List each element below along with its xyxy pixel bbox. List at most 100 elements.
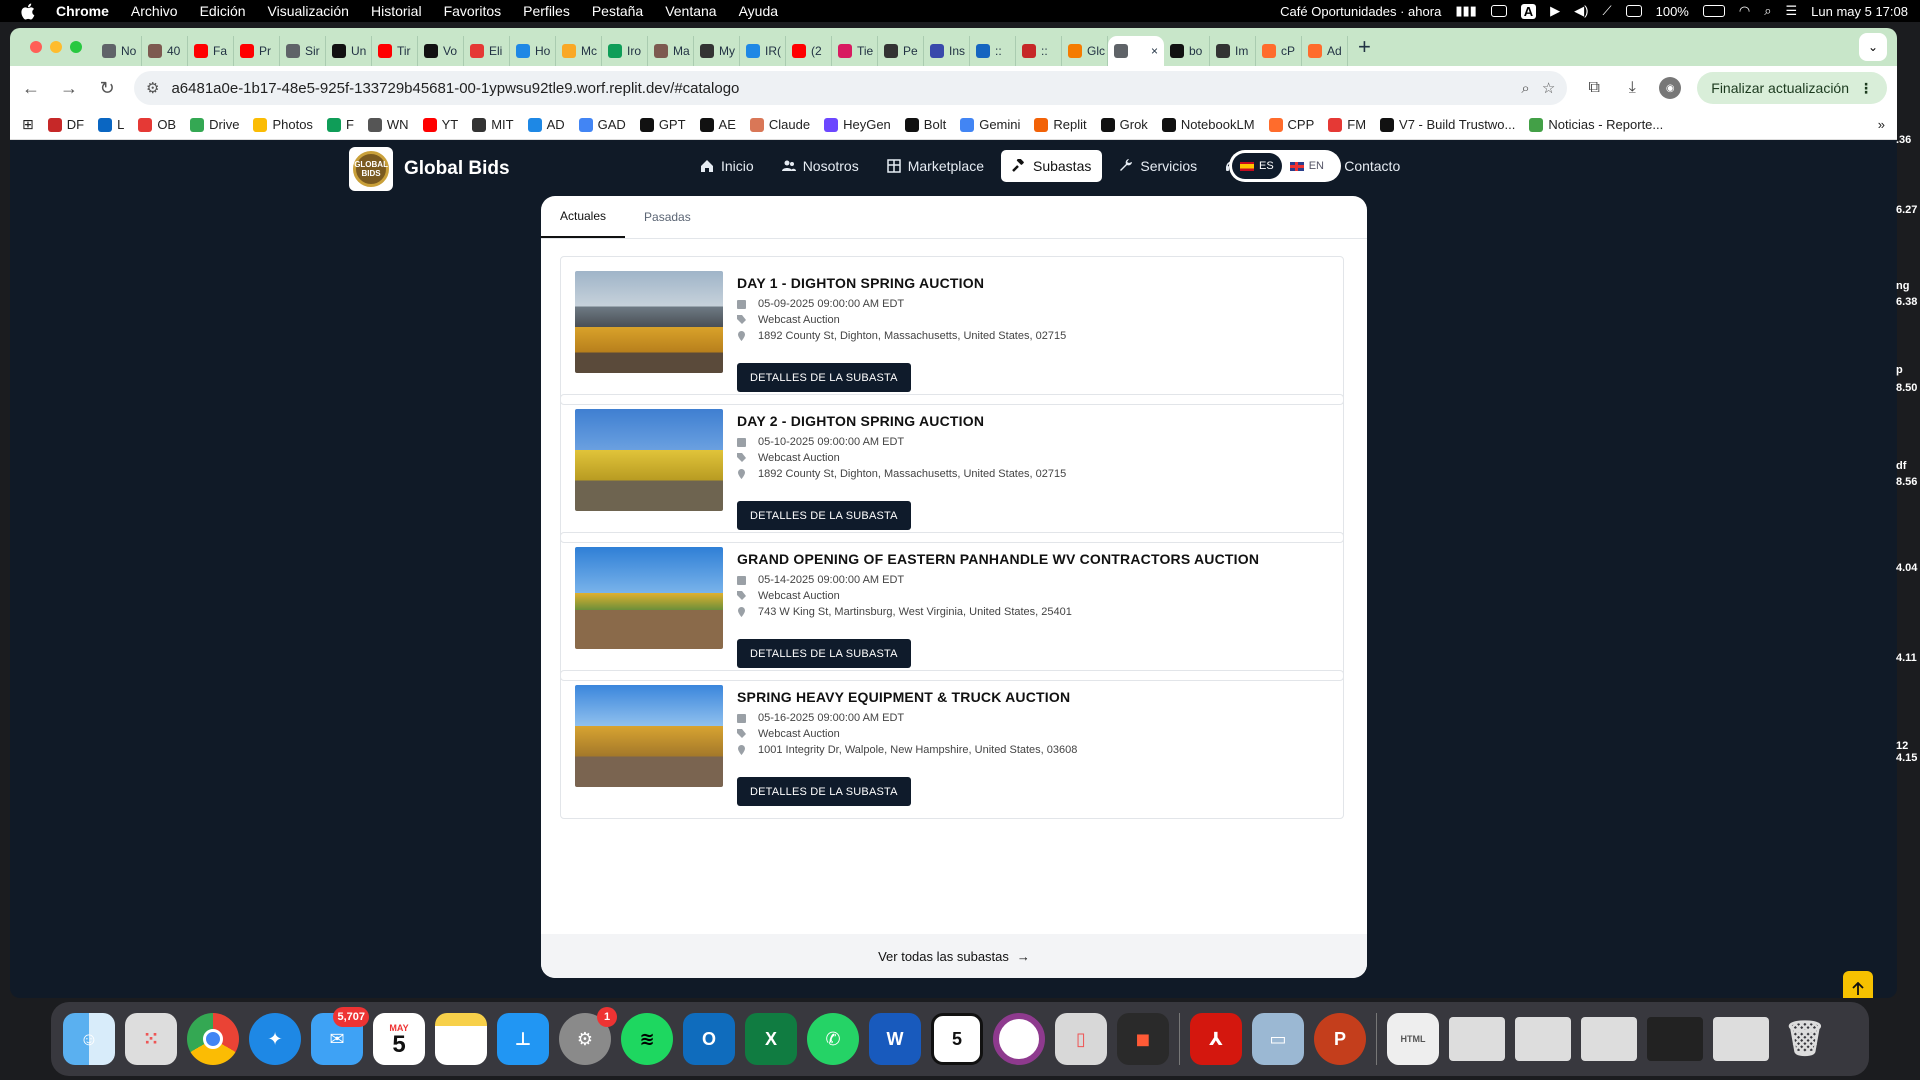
chrome-icon[interactable]: [187, 1013, 239, 1065]
bookmark-item[interactable]: AD: [527, 117, 565, 132]
bookmark-item[interactable]: MIT: [472, 117, 514, 132]
bookmark-item[interactable]: YT: [422, 117, 458, 132]
browser-tab[interactable]: Un: [326, 36, 372, 66]
auction-title[interactable]: SPRING HEAVY EQUIPMENT & TRUCK AUCTION: [737, 689, 1070, 705]
bookmark-item[interactable]: HeyGen: [824, 117, 891, 132]
browser-tab[interactable]: (2: [786, 36, 832, 66]
apple-icon[interactable]: [20, 3, 38, 20]
minimized-window-3[interactable]: [1581, 1017, 1637, 1061]
bookmark-item[interactable]: DF: [47, 117, 84, 132]
url-text[interactable]: a6481a0e-1b17-48e5-925f-133729b45681-00-…: [171, 80, 1509, 97]
stacks-app-icon[interactable]: ◼: [1117, 1013, 1169, 1065]
acrobat-icon[interactable]: ⅄: [1190, 1013, 1242, 1065]
menu-ventana[interactable]: Ventana: [665, 3, 716, 19]
auction-details-button[interactable]: DETALLES DE LA SUBASTA: [737, 777, 911, 806]
bookmark-item[interactable]: Gemini: [960, 117, 1020, 132]
address-bar[interactable]: ⚙ a6481a0e-1b17-48e5-925f-133729b45681-0…: [134, 71, 1568, 105]
bookmark-item[interactable]: Bolt: [904, 117, 946, 132]
menu-ayuda[interactable]: Ayuda: [739, 3, 778, 19]
browser-tab[interactable]: Ins: [924, 36, 970, 66]
browser-tab[interactable]: ::: [970, 36, 1016, 66]
auction-title[interactable]: DAY 1 - DIGHTON SPRING AUCTION: [737, 275, 984, 291]
menu-perfiles[interactable]: Perfiles: [523, 3, 570, 19]
nav-link-marketplace[interactable]: Marketplace: [876, 150, 995, 182]
nav-link-subastas[interactable]: Subastas: [1000, 150, 1103, 182]
close-window-button[interactable]: [30, 41, 42, 53]
excel-icon[interactable]: X: [745, 1013, 797, 1065]
browser-tab[interactable]: bo: [1164, 36, 1210, 66]
mail-icon[interactable]: ✉ 5,707: [311, 1007, 369, 1065]
kebab-menu-icon[interactable]: ⋮: [1859, 80, 1873, 97]
notes-icon[interactable]: [435, 1013, 487, 1065]
tab-search-chevron-icon[interactable]: ⌄: [1859, 33, 1887, 61]
display-icon[interactable]: [1625, 5, 1642, 17]
word-icon[interactable]: W: [869, 1013, 921, 1065]
download-icon[interactable]: ⤓: [1621, 77, 1643, 99]
menu-historial[interactable]: Historial: [371, 3, 422, 19]
browser-tab[interactable]: Tie: [832, 36, 878, 66]
bookmark-item[interactable]: Photos: [253, 117, 313, 132]
browser-tab[interactable]: Ad: [1302, 36, 1348, 66]
scroll-to-top-button[interactable]: [1843, 971, 1873, 998]
menu-edicion[interactable]: Edición: [200, 3, 246, 19]
browser-tab[interactable]: My: [694, 36, 740, 66]
browser-tab-active[interactable]: ×: [1108, 36, 1164, 66]
nav-link-servicios[interactable]: Servicios: [1108, 150, 1208, 182]
browser-tab[interactable]: No: [96, 36, 142, 66]
bookmark-item[interactable]: GPT: [639, 117, 686, 132]
apps-grid-icon[interactable]: ⊞: [22, 116, 34, 133]
profile-avatar[interactable]: ◉: [1659, 77, 1682, 99]
spotify-icon[interactable]: ≋: [621, 1013, 673, 1065]
bookmark-item[interactable]: FM: [1328, 117, 1366, 132]
lang-en-button[interactable]: EN: [1282, 153, 1332, 179]
close-tab-icon[interactable]: ×: [1151, 44, 1158, 58]
bookmark-item[interactable]: WN: [367, 117, 409, 132]
zoom-icon[interactable]: ⌕: [1521, 80, 1529, 97]
browser-tab[interactable]: Eli: [464, 36, 510, 66]
new-tab-button[interactable]: +: [1358, 34, 1371, 60]
bookmark-item[interactable]: GAD: [578, 117, 626, 132]
browser-tab[interactable]: ::: [1016, 36, 1062, 66]
bookmark-item[interactable]: AE: [699, 117, 736, 132]
auction-details-button[interactable]: DETALLES DE LA SUBASTA: [737, 501, 911, 530]
finish-update-button[interactable]: Finalizar actualización ⋮: [1697, 72, 1887, 104]
bookmark-item[interactable]: Claude: [749, 117, 810, 132]
auction-thumbnail[interactable]: [575, 271, 723, 373]
bookmark-item[interactable]: CPP: [1268, 117, 1314, 132]
bookmark-item[interactable]: NotebookLM: [1161, 117, 1255, 132]
menu-archivo[interactable]: Archivo: [131, 3, 178, 19]
lang-es-button[interactable]: ES: [1232, 153, 1282, 179]
browser-tab[interactable]: Pe: [878, 36, 924, 66]
minimized-window-1[interactable]: [1449, 1017, 1505, 1061]
brand-name[interactable]: Global Bids: [404, 158, 510, 180]
bookmark-item[interactable]: OB: [138, 117, 176, 132]
play-icon[interactable]: ▶: [1550, 3, 1560, 19]
bookmark-item[interactable]: L: [98, 117, 124, 132]
auction-title[interactable]: DAY 2 - DIGHTON SPRING AUCTION: [737, 413, 984, 429]
site-info-icon[interactable]: ⚙: [146, 79, 159, 97]
launchpad-icon[interactable]: ⁙: [125, 1013, 177, 1065]
minimized-window-2[interactable]: [1515, 1017, 1571, 1061]
browser-tab[interactable]: Fa: [188, 36, 234, 66]
auction-details-button[interactable]: DETALLES DE LA SUBASTA: [737, 639, 911, 668]
bookmark-star-icon[interactable]: ☆: [1542, 79, 1555, 97]
safari-icon[interactable]: ✦: [249, 1013, 301, 1065]
bookmark-item[interactable]: Noticias - Reporte...: [1529, 117, 1663, 132]
tab-pasadas[interactable]: Pasadas: [625, 196, 710, 238]
browser-tab[interactable]: Mc: [556, 36, 602, 66]
control-center-icon[interactable]: ☰: [1785, 3, 1797, 19]
html-file-icon[interactable]: HTML: [1387, 1013, 1439, 1065]
font-a-icon[interactable]: A: [1520, 3, 1537, 19]
menu-visualizacion[interactable]: Visualización: [268, 3, 349, 19]
nav-link-nosotros[interactable]: Nosotros: [771, 150, 870, 182]
reload-icon[interactable]: ↻: [96, 78, 118, 99]
menu-favoritos[interactable]: Favoritos: [444, 3, 502, 19]
volume-icon[interactable]: ◀): [1574, 3, 1588, 19]
trash-icon[interactable]: 🗑: [1779, 1013, 1831, 1065]
bookmark-item[interactable]: Grok: [1100, 117, 1148, 132]
auction-thumbnail[interactable]: [575, 547, 723, 649]
auction-thumbnail[interactable]: [575, 409, 723, 511]
finder-icon[interactable]: ☺: [63, 1013, 115, 1065]
browser-tab[interactable]: cP: [1256, 36, 1302, 66]
browser-tab[interactable]: Tir: [372, 36, 418, 66]
